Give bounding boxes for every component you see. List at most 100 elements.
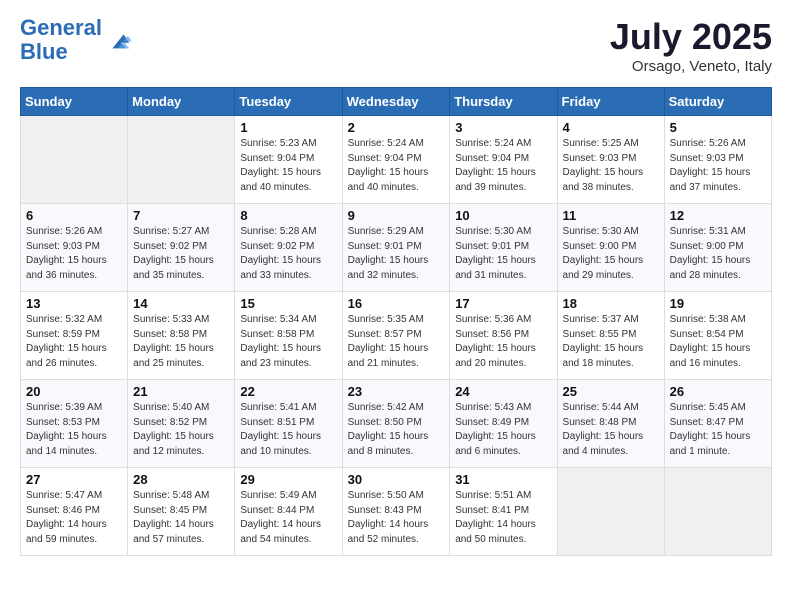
cell-details: Sunrise: 5:25 AM Sunset: 9:03 PM Dayligh… [563, 137, 659, 195]
day-number: 16 [348, 296, 445, 311]
calendar-cell: 20Sunrise: 5:39 AM Sunset: 8:53 PM Dayli… [21, 380, 128, 468]
calendar-cell: 4 Sunrise: 5:25 AM Sunset: 9:03 PM Daylig… [557, 116, 664, 204]
cell-details: Sunrise: 5:42 AM Sunset: 8:50 PM Dayligh… [348, 401, 445, 459]
calendar-cell: 6 Sunrise: 5:26 AM Sunset: 9:03 PM Daylig… [21, 204, 128, 292]
cell-details: Sunrise: 5:38 AM Sunset: 8:54 PM Dayligh… [670, 313, 766, 371]
day-number: 29 [240, 472, 336, 487]
day-number: 6 [26, 208, 122, 223]
day-number: 28 [133, 472, 229, 487]
calendar-header-sunday: Sunday [21, 88, 128, 116]
calendar-cell: 22 Sunrise: 5:41 AM Sunset: 8:51 PM Dayli… [235, 380, 342, 468]
calendar-cell: 8Sunrise: 5:28 AM Sunset: 9:02 PM Daylig… [235, 204, 342, 292]
cell-details: Sunrise: 5:35 AM Sunset: 8:57 PM Dayligh… [348, 313, 445, 371]
logo-icon [104, 26, 132, 54]
cell-details: Sunrise: 5:40 AM Sunset: 8:52 PM Dayligh… [133, 401, 229, 459]
logo-text: General Blue [20, 16, 102, 64]
day-number: 1 [240, 120, 336, 135]
calendar-header-thursday: Thursday [450, 88, 557, 116]
day-number: 10 [455, 208, 551, 223]
location: Orsago, Veneto, Italy [610, 58, 772, 75]
logo-general: General [20, 15, 102, 40]
day-number: 15 [240, 296, 336, 311]
cell-details: Sunrise: 5:36 AM Sunset: 8:56 PM Dayligh… [455, 313, 551, 371]
calendar-cell: 5Sunrise: 5:26 AM Sunset: 9:03 PM Daylig… [664, 116, 771, 204]
day-number: 2 [348, 120, 445, 135]
calendar-cell: 7Sunrise: 5:27 AM Sunset: 9:02 PM Daylig… [128, 204, 235, 292]
calendar-cell: 23 Sunrise: 5:42 AM Sunset: 8:50 PM Dayli… [342, 380, 450, 468]
cell-details: Sunrise: 5:37 AM Sunset: 8:55 PM Dayligh… [563, 313, 659, 371]
day-number: 5 [670, 120, 766, 135]
logo-blue: Blue [20, 39, 68, 64]
calendar-cell: 9 Sunrise: 5:29 AM Sunset: 9:01 PM Daylig… [342, 204, 450, 292]
calendar-cell: 19Sunrise: 5:38 AM Sunset: 8:54 PM Dayli… [664, 292, 771, 380]
calendar-cell [557, 468, 664, 556]
calendar-cell: 30Sunrise: 5:50 AM Sunset: 8:43 PM Dayli… [342, 468, 450, 556]
day-number: 12 [670, 208, 766, 223]
day-number: 27 [26, 472, 122, 487]
cell-details: Sunrise: 5:43 AM Sunset: 8:49 PM Dayligh… [455, 401, 551, 459]
day-number: 14 [133, 296, 229, 311]
cell-details: Sunrise: 5:29 AM Sunset: 9:01 PM Dayligh… [348, 225, 445, 283]
calendar-cell: 24 Sunrise: 5:43 AM Sunset: 8:49 PM Dayli… [450, 380, 557, 468]
calendar-cell: 1Sunrise: 5:23 AM Sunset: 9:04 PM Daylig… [235, 116, 342, 204]
cell-details: Sunrise: 5:24 AM Sunset: 9:04 PM Dayligh… [348, 137, 445, 195]
calendar-table: SundayMondayTuesdayWednesdayThursdayFrid… [20, 87, 772, 556]
day-number: 21 [133, 384, 229, 399]
day-number: 13 [26, 296, 122, 311]
day-number: 24 [455, 384, 551, 399]
cell-details: Sunrise: 5:41 AM Sunset: 8:51 PM Dayligh… [240, 401, 336, 459]
calendar-header-tuesday: Tuesday [235, 88, 342, 116]
cell-details: Sunrise: 5:28 AM Sunset: 9:02 PM Dayligh… [240, 225, 336, 283]
cell-details: Sunrise: 5:33 AM Sunset: 8:58 PM Dayligh… [133, 313, 229, 371]
calendar-week-4: 20Sunrise: 5:39 AM Sunset: 8:53 PM Dayli… [21, 380, 772, 468]
cell-details: Sunrise: 5:30 AM Sunset: 9:00 PM Dayligh… [563, 225, 659, 283]
day-number: 9 [348, 208, 445, 223]
cell-details: Sunrise: 5:24 AM Sunset: 9:04 PM Dayligh… [455, 137, 551, 195]
calendar-cell: 28 Sunrise: 5:48 AM Sunset: 8:45 PM Dayli… [128, 468, 235, 556]
calendar-cell [664, 468, 771, 556]
title-block: July 2025 Orsago, Veneto, Italy [610, 16, 772, 75]
calendar-cell: 10 Sunrise: 5:30 AM Sunset: 9:01 PM Dayli… [450, 204, 557, 292]
calendar-week-1: 1Sunrise: 5:23 AM Sunset: 9:04 PM Daylig… [21, 116, 772, 204]
cell-details: Sunrise: 5:44 AM Sunset: 8:48 PM Dayligh… [563, 401, 659, 459]
calendar-cell [21, 116, 128, 204]
calendar-cell: 29 Sunrise: 5:49 AM Sunset: 8:44 PM Dayli… [235, 468, 342, 556]
calendar-cell: 26 Sunrise: 5:45 AM Sunset: 8:47 PM Dayli… [664, 380, 771, 468]
cell-details: Sunrise: 5:30 AM Sunset: 9:01 PM Dayligh… [455, 225, 551, 283]
day-number: 25 [563, 384, 659, 399]
day-number: 26 [670, 384, 766, 399]
cell-details: Sunrise: 5:45 AM Sunset: 8:47 PM Dayligh… [670, 401, 766, 459]
cell-details: Sunrise: 5:32 AM Sunset: 8:59 PM Dayligh… [26, 313, 122, 371]
day-number: 3 [455, 120, 551, 135]
cell-details: Sunrise: 5:34 AM Sunset: 8:58 PM Dayligh… [240, 313, 336, 371]
calendar-cell: 31 Sunrise: 5:51 AM Sunset: 8:41 PM Dayli… [450, 468, 557, 556]
calendar-cell: 14 Sunrise: 5:33 AM Sunset: 8:58 PM Dayli… [128, 292, 235, 380]
day-number: 22 [240, 384, 336, 399]
calendar-header-saturday: Saturday [664, 88, 771, 116]
calendar-cell [128, 116, 235, 204]
calendar-cell: 18Sunrise: 5:37 AM Sunset: 8:55 PM Dayli… [557, 292, 664, 380]
cell-details: Sunrise: 5:49 AM Sunset: 8:44 PM Dayligh… [240, 489, 336, 547]
day-number: 31 [455, 472, 551, 487]
cell-details: Sunrise: 5:48 AM Sunset: 8:45 PM Dayligh… [133, 489, 229, 547]
day-number: 4 [563, 120, 659, 135]
cell-details: Sunrise: 5:51 AM Sunset: 8:41 PM Dayligh… [455, 489, 551, 547]
calendar-header-monday: Monday [128, 88, 235, 116]
page: General Blue July 2025 Orsago, Veneto, I… [0, 0, 792, 572]
calendar-header-friday: Friday [557, 88, 664, 116]
day-number: 17 [455, 296, 551, 311]
cell-details: Sunrise: 5:47 AM Sunset: 8:46 PM Dayligh… [26, 489, 122, 547]
cell-details: Sunrise: 5:39 AM Sunset: 8:53 PM Dayligh… [26, 401, 122, 459]
calendar-header-row: SundayMondayTuesdayWednesdayThursdayFrid… [21, 88, 772, 116]
logo: General Blue [20, 16, 132, 64]
day-number: 23 [348, 384, 445, 399]
month-title: July 2025 [610, 16, 772, 58]
cell-details: Sunrise: 5:26 AM Sunset: 9:03 PM Dayligh… [26, 225, 122, 283]
calendar-cell: 12 Sunrise: 5:31 AM Sunset: 9:00 PM Dayli… [664, 204, 771, 292]
cell-details: Sunrise: 5:27 AM Sunset: 9:02 PM Dayligh… [133, 225, 229, 283]
calendar-cell: 17 Sunrise: 5:36 AM Sunset: 8:56 PM Dayli… [450, 292, 557, 380]
cell-details: Sunrise: 5:31 AM Sunset: 9:00 PM Dayligh… [670, 225, 766, 283]
cell-details: Sunrise: 5:50 AM Sunset: 8:43 PM Dayligh… [348, 489, 445, 547]
day-number: 11 [563, 208, 659, 223]
calendar-cell: 15 Sunrise: 5:34 AM Sunset: 8:58 PM Dayli… [235, 292, 342, 380]
